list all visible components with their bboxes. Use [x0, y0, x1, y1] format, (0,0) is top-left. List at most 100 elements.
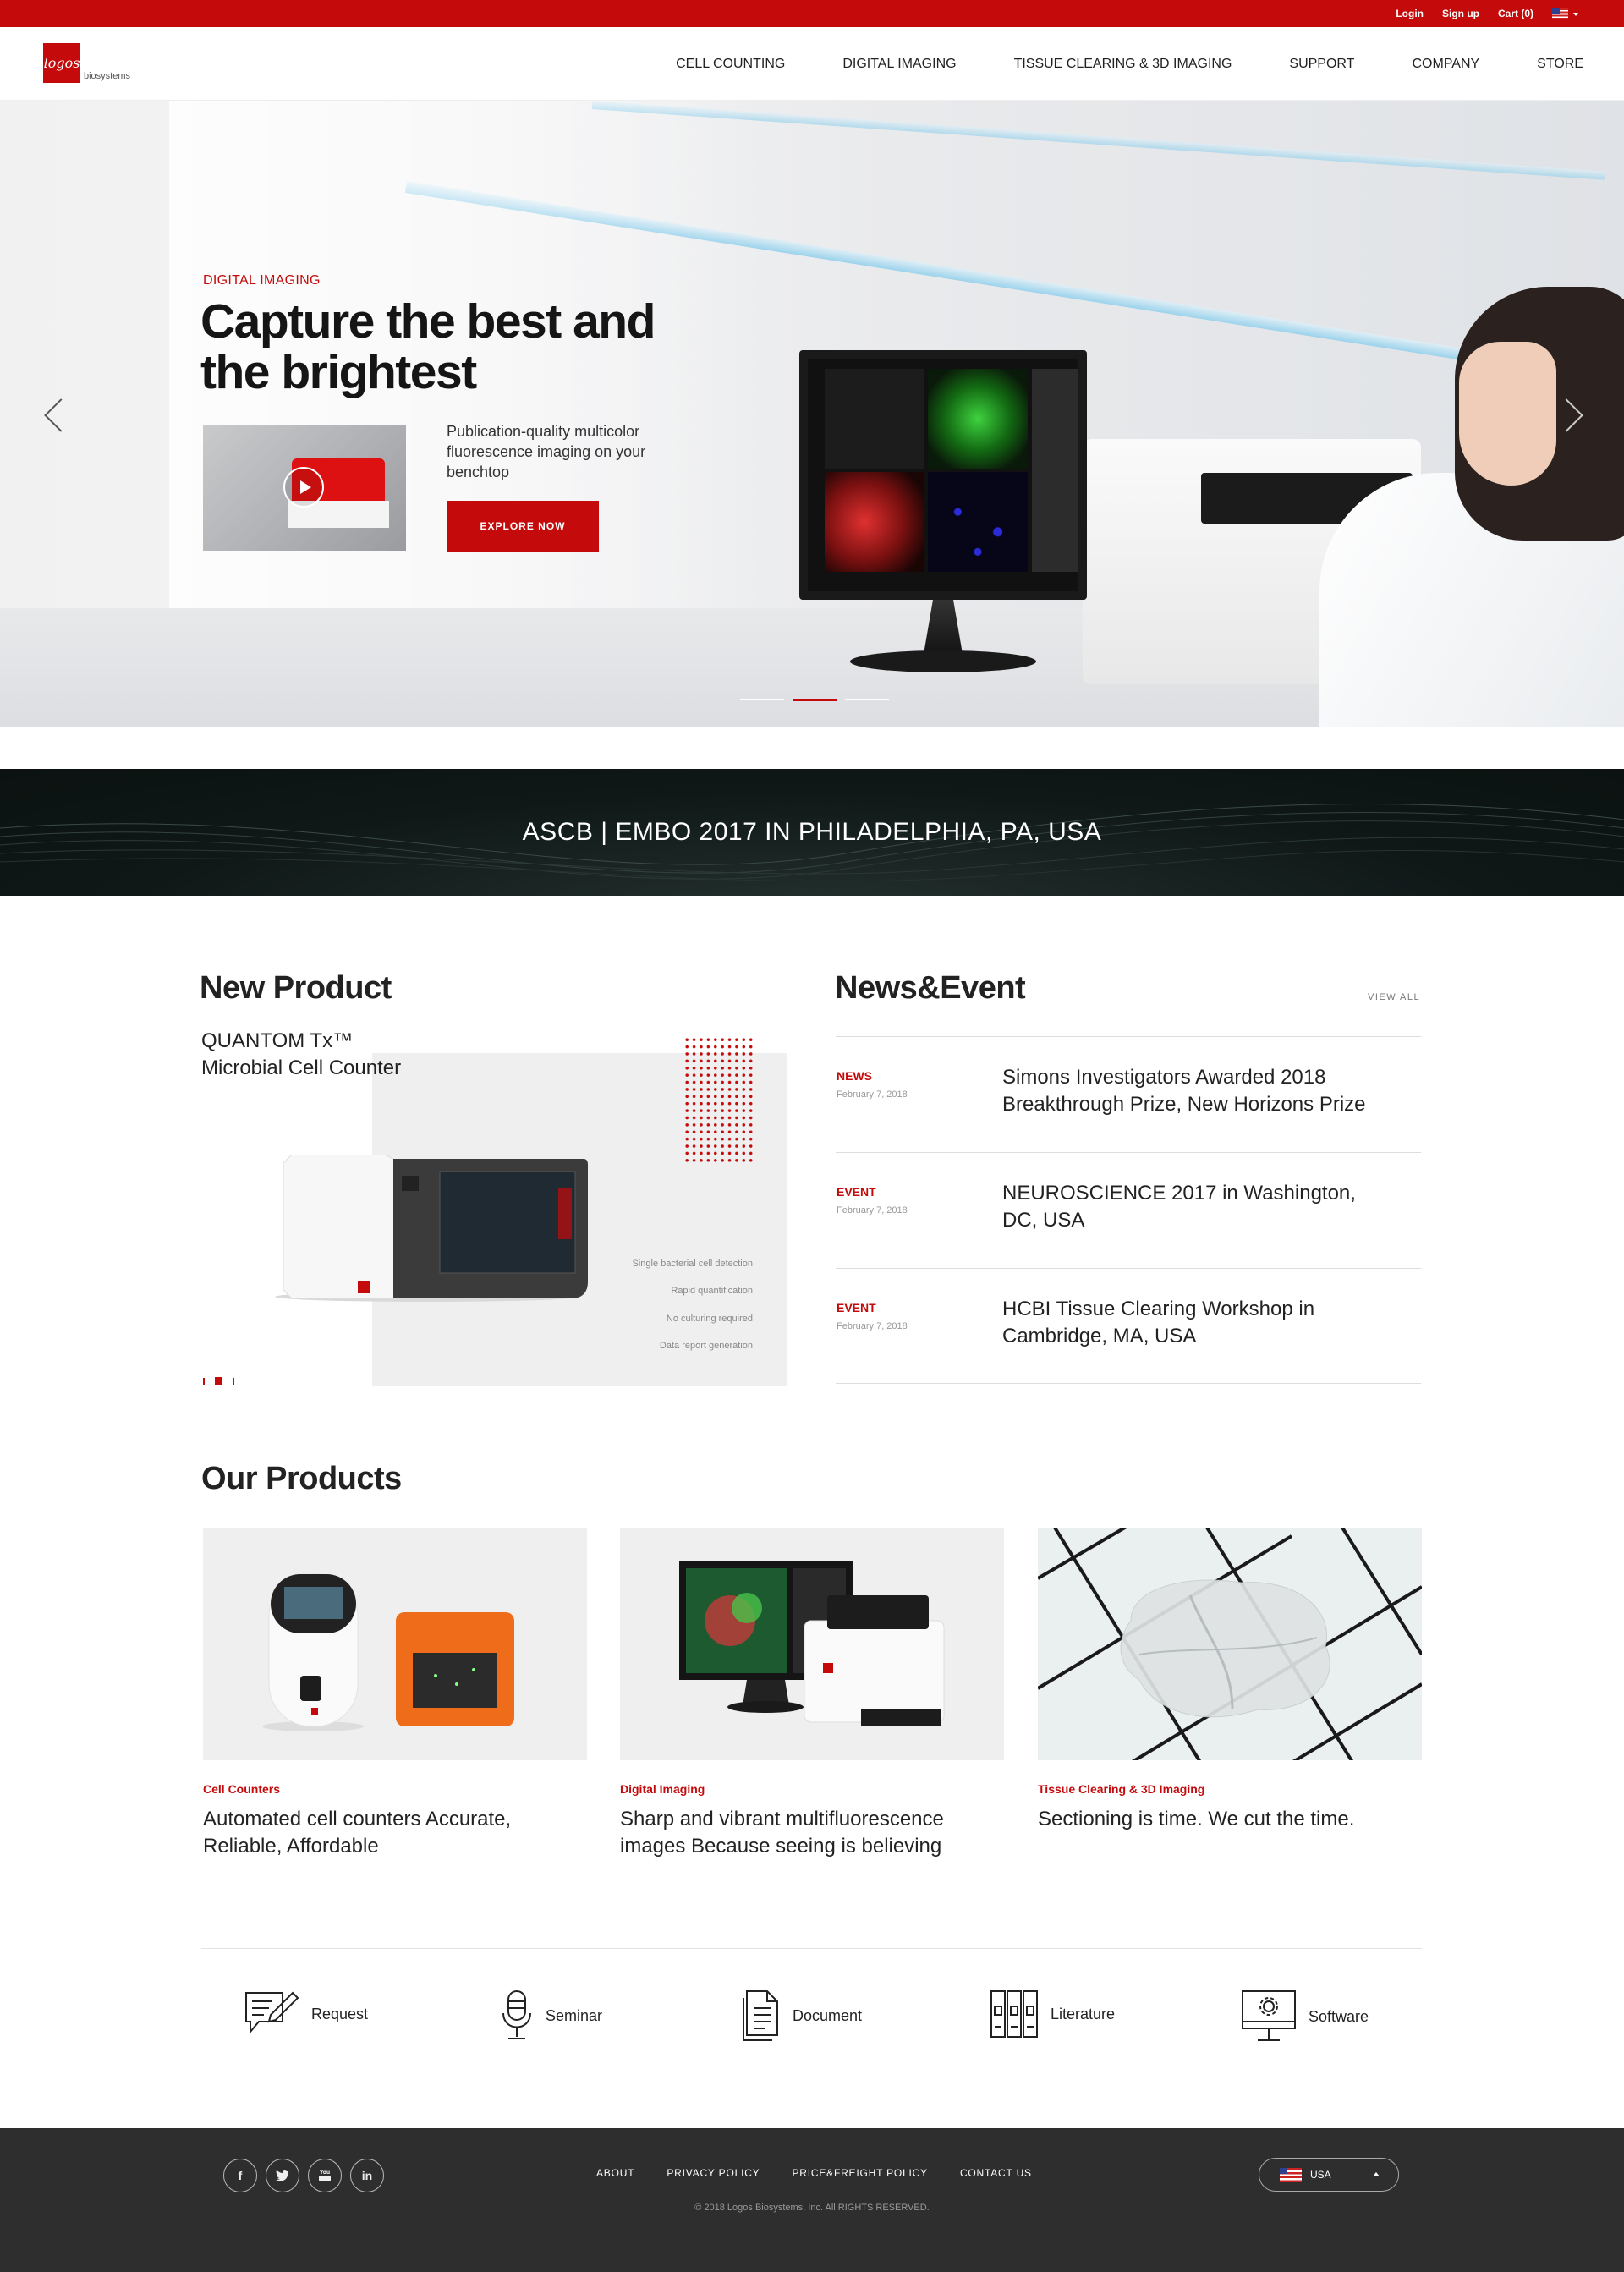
literature-icon	[990, 1990, 1038, 2038]
carousel-prev-icon[interactable]	[44, 398, 78, 432]
play-icon[interactable]	[283, 467, 324, 508]
new-product-dot-1[interactable]	[203, 1377, 205, 1385]
news-title[interactable]: Simons Investigators Awarded 2018 Breakt…	[1002, 1064, 1391, 1118]
new-product-heading: New Product	[200, 970, 392, 1006]
new-product-name-line2: Microbial Cell Counter	[201, 1056, 402, 1079]
feature-2: Rapid quantification	[671, 1286, 753, 1296]
news-title[interactable]: NEUROSCIENCE 2017 in Washington, DC, USA	[1002, 1180, 1391, 1234]
news-item[interactable]: EVENT February 7, 2018 NEUROSCIENCE 2017…	[836, 1152, 1421, 1268]
hero-carousel: DIGITAL IMAGING Capture the best and the…	[0, 101, 1624, 727]
logo-mark: logos	[43, 43, 80, 83]
new-product-name-line1: QUANTOM Tx™	[201, 1029, 354, 1052]
new-product-dot-3[interactable]	[233, 1377, 234, 1385]
news-tag: NEWS	[837, 1069, 872, 1083]
resource-literature-label: Literature	[1051, 2005, 1116, 2022]
country-selector[interactable]: USA	[1259, 2158, 1399, 2192]
resource-seminar[interactable]: Seminar	[500, 1989, 602, 2042]
resource-request-label: Request	[311, 2005, 369, 2022]
news-item[interactable]: NEWS February 7, 2018 Simons Investigato…	[836, 1036, 1421, 1152]
twitter-icon[interactable]	[266, 2159, 299, 2192]
nav-cell-counting[interactable]: CELL COUNTING	[676, 57, 785, 72]
facebook-icon[interactable]: f	[223, 2159, 257, 2192]
nav-company[interactable]: COMPANY	[1412, 57, 1479, 72]
hero-category: DIGITAL IMAGING	[203, 273, 321, 288]
cell-counters-image[interactable]	[203, 1528, 587, 1760]
banner-text: ASCB | EMBO 2017 IN PHILADELPHIA, PA, US…	[522, 818, 1102, 846]
resource-request[interactable]: Request	[244, 1989, 368, 2039]
hero-description: Publication-quality multicolor fluoresce…	[447, 423, 646, 480]
news-list: NEWS February 7, 2018 Simons Investigato…	[836, 1036, 1421, 1384]
new-product-name: QUANTOM Tx™ Microbial Cell Counter	[201, 1028, 401, 1082]
news-event-heading: News&Event	[835, 970, 1026, 1006]
product-description: Automated cell counters Accurate, Reliab…	[203, 1808, 512, 1858]
caret-down-icon	[1573, 12, 1578, 16]
software-icon	[1242, 1990, 1296, 2041]
hero-video-thumbnail[interactable]	[203, 425, 406, 551]
resource-document[interactable]: Document	[740, 1989, 862, 2042]
section-divider	[201, 1948, 1422, 1949]
nav-digital-imaging[interactable]: DIGITAL IMAGING	[842, 57, 956, 72]
monitor-image	[799, 350, 1087, 693]
signup-link[interactable]: Sign up	[1442, 8, 1479, 19]
svg-text:You: You	[319, 2170, 330, 2176]
logo-text: biosystems	[84, 71, 131, 81]
footer-about-link[interactable]: ABOUT	[596, 2167, 634, 2179]
carousel-dot-1[interactable]	[740, 699, 784, 700]
main-header: logos biosystems CELL COUNTING DIGITAL I…	[0, 27, 1624, 101]
feature-4: Data report generation	[659, 1341, 753, 1351]
news-date: February 7, 2018	[837, 1205, 908, 1216]
feature-3: No culturing required	[666, 1314, 753, 1324]
us-flag-icon	[1280, 2167, 1302, 2182]
carousel-dot-3[interactable]	[845, 699, 889, 700]
nav-support[interactable]: SUPPORT	[1289, 57, 1354, 72]
feature-1: Single bacterial cell detection	[632, 1259, 753, 1269]
product-category[interactable]: Digital Imaging	[620, 1782, 1004, 1796]
hero-title: Capture the best and the brightest	[200, 294, 656, 399]
copyright: © 2018 Logos Biosystems, Inc. All RIGHTS…	[694, 2203, 930, 2213]
carousel-indicators	[740, 699, 889, 701]
product-card-cell-counters[interactable]: Cell Counters Automated cell counters Ac…	[203, 1528, 587, 1860]
footer-links: ABOUT PRIVACY POLICY PRICE&FREIGHT POLIC…	[596, 2167, 1032, 2179]
request-icon	[245, 1991, 299, 2034]
scientist-face	[1459, 342, 1556, 486]
view-all-link[interactable]: VIEW ALL	[1368, 992, 1420, 1002]
digital-imaging-image[interactable]	[620, 1528, 1004, 1760]
resource-software-label: Software	[1309, 2007, 1369, 2025]
product-card-tissue-clearing[interactable]: Tissue Clearing & 3D Imaging Sectioning …	[1038, 1528, 1422, 1833]
product-card-digital-imaging[interactable]: Digital Imaging Sharp and vibrant multif…	[620, 1528, 1004, 1860]
quantom-tx-device-image	[275, 1155, 588, 1302]
nav-tissue-clearing[interactable]: TISSUE CLEARING & 3D IMAGING	[1014, 57, 1232, 72]
news-item[interactable]: EVENT February 7, 2018 HCBI Tissue Clear…	[836, 1268, 1421, 1384]
resource-literature[interactable]: Literature	[990, 1989, 1115, 2039]
us-flag-icon	[1552, 8, 1568, 20]
logo[interactable]: logos biosystems	[43, 43, 130, 83]
social-links: f You in	[223, 2159, 384, 2192]
caret-up-icon	[1373, 2172, 1380, 2176]
event-banner[interactable]: ASCB | EMBO 2017 IN PHILADELPHIA, PA, US…	[0, 769, 1624, 896]
resource-software[interactable]: Software	[1241, 1989, 1369, 2044]
youtube-icon[interactable]: You	[308, 2159, 342, 2192]
linkedin-icon[interactable]: in	[350, 2159, 384, 2192]
our-products-heading: Our Products	[201, 1461, 402, 1496]
carousel-dot-2[interactable]	[793, 699, 837, 701]
document-icon	[743, 1990, 778, 2041]
login-link[interactable]: Login	[1396, 8, 1424, 19]
news-title[interactable]: HCBI Tissue Clearing Workshop in Cambrid…	[1002, 1296, 1391, 1350]
product-category[interactable]: Cell Counters	[203, 1782, 587, 1796]
product-description: Sectioning is time. We cut the time.	[1038, 1808, 1355, 1830]
product-category[interactable]: Tissue Clearing & 3D Imaging	[1038, 1782, 1422, 1796]
tissue-clearing-image[interactable]	[1038, 1528, 1422, 1760]
explore-now-button[interactable]: EXPLORE NOW	[447, 501, 599, 552]
utility-links: Login Sign up Cart (0)	[1396, 0, 1578, 27]
nav-store[interactable]: STORE	[1537, 57, 1583, 72]
language-selector[interactable]	[1552, 8, 1578, 20]
footer-privacy-link[interactable]: PRIVACY POLICY	[667, 2167, 760, 2179]
cart-link[interactable]: Cart (0)	[1498, 8, 1533, 19]
resource-seminar-label: Seminar	[546, 2006, 603, 2024]
new-product-dot-2[interactable]	[215, 1377, 222, 1385]
footer-price-freight-link[interactable]: PRICE&FREIGHT POLICY	[792, 2167, 927, 2179]
footer-contact-link[interactable]: CONTACT US	[960, 2167, 1032, 2179]
top-utility-bar: Login Sign up Cart (0)	[0, 0, 1624, 27]
dot-grid-decoration	[683, 1036, 754, 1163]
microphone-icon	[502, 1990, 531, 2039]
